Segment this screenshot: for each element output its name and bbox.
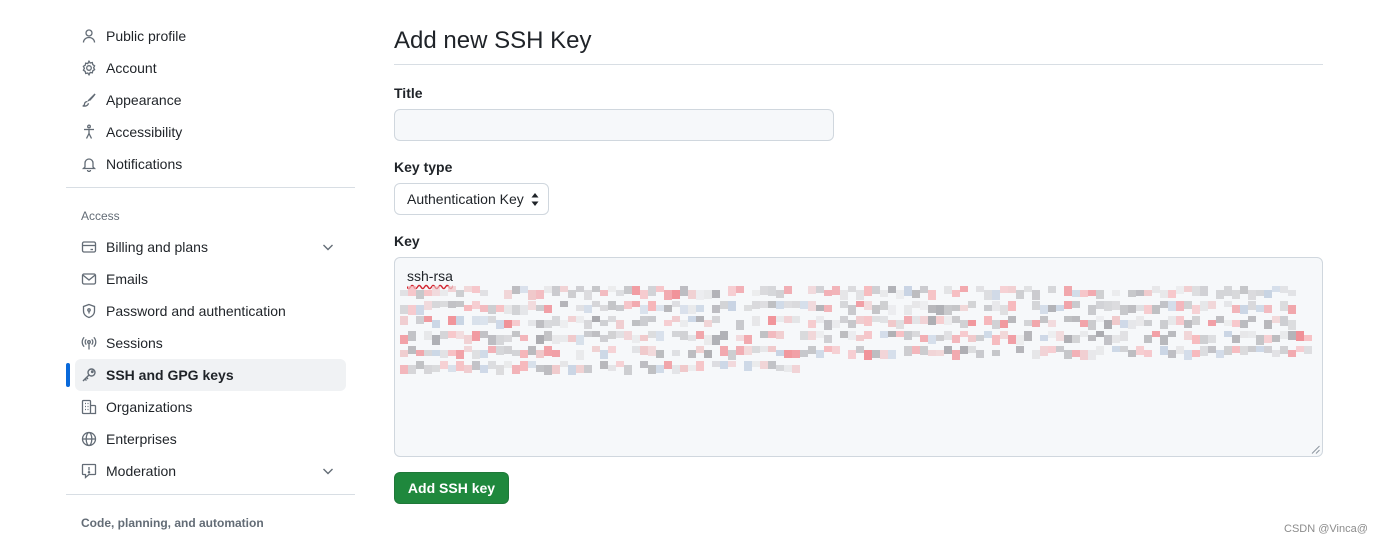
- organization-icon: [81, 399, 97, 415]
- broadcast-icon: [81, 335, 97, 351]
- mail-icon: [81, 271, 97, 287]
- sidebar-item-label: Moderation: [106, 463, 177, 479]
- sidebar-item-label: Emails: [106, 271, 149, 287]
- sidebar-item-label: Appearance: [106, 92, 182, 108]
- page-title: Add new SSH Key: [394, 27, 592, 54]
- watermark: CSDN @Vinca@: [1284, 523, 1368, 535]
- settings-sidebar: Public profile Account Appearance Access…: [66, 20, 355, 538]
- paintbrush-icon: [81, 92, 97, 108]
- ssh-key-settings-page: Public profile Account Appearance Access…: [0, 0, 1381, 543]
- title-divider: [394, 64, 1323, 65]
- accessibility-icon: [81, 124, 97, 140]
- sidebar-divider: [66, 494, 355, 495]
- sidebar-item-ssh-gpg-keys[interactable]: SSH and GPG keys: [66, 359, 346, 391]
- gear-icon: [81, 60, 97, 76]
- credit-card-icon: [81, 239, 97, 255]
- title-input[interactable]: [394, 109, 834, 141]
- sidebar-item-public-profile[interactable]: Public profile: [75, 20, 346, 52]
- sidebar-item-label: Sessions: [106, 335, 163, 351]
- sidebar-item-label: Account: [106, 60, 157, 76]
- sidebar-item-enterprises[interactable]: Enterprises: [75, 423, 346, 455]
- key-icon: [81, 367, 97, 383]
- select-arrows-icon: [531, 193, 539, 206]
- add-ssh-key-form: Add new SSH Key Title Key type Authentic…: [394, 0, 1323, 504]
- sidebar-item-label: Password and authentication: [106, 303, 286, 319]
- sidebar-item-label: Billing and plans: [106, 239, 208, 255]
- sidebar-item-label: Accessibility: [106, 124, 183, 140]
- sidebar-item-label: Notifications: [106, 156, 183, 172]
- key-type-label: Key type: [394, 159, 453, 175]
- add-ssh-key-button[interactable]: Add SSH key: [394, 472, 509, 504]
- sidebar-item-label: SSH and GPG keys: [106, 367, 234, 383]
- sidebar-item-emails[interactable]: Emails: [75, 263, 346, 295]
- shield-lock-icon: [81, 303, 97, 319]
- sidebar-item-label: Organizations: [106, 399, 193, 415]
- sidebar-section-heading: Code, planning, and automation: [81, 515, 264, 530]
- sidebar-item-label: Public profile: [106, 28, 187, 44]
- sidebar-item-account[interactable]: Account: [75, 52, 346, 84]
- sidebar-item-moderation[interactable]: Moderation: [75, 455, 346, 487]
- key-type-select[interactable]: Authentication Key: [394, 183, 549, 215]
- resize-handle-icon[interactable]: [1311, 445, 1320, 454]
- title-label: Title: [394, 85, 423, 101]
- sidebar-item-appearance[interactable]: Appearance: [75, 84, 346, 116]
- chevron-down-icon[interactable]: [320, 463, 336, 479]
- key-textarea[interactable]: ssh-rsa: [394, 257, 1323, 457]
- sidebar-item-notifications[interactable]: Notifications: [75, 148, 346, 180]
- key-type-selected-value: Authentication Key: [407, 191, 524, 207]
- chevron-down-icon[interactable]: [320, 239, 336, 255]
- key-prefix-text: ssh-rsa: [407, 268, 453, 284]
- key-label: Key: [394, 233, 420, 249]
- sidebar-item-password[interactable]: Password and authentication: [75, 295, 346, 327]
- sidebar-item-billing[interactable]: Billing and plans: [75, 231, 346, 263]
- sidebar-item-accessibility[interactable]: Accessibility: [75, 116, 346, 148]
- globe-icon: [81, 431, 97, 447]
- bell-icon: [81, 156, 97, 172]
- sidebar-item-sessions[interactable]: Sessions: [75, 327, 346, 359]
- report-icon: [81, 463, 97, 479]
- sidebar-section-heading: Access: [81, 208, 120, 223]
- sidebar-item-organizations[interactable]: Organizations: [75, 391, 346, 423]
- redacted-key-content: [400, 286, 1312, 375]
- sidebar-item-label: Enterprises: [106, 431, 177, 447]
- person-icon: [81, 28, 97, 44]
- sidebar-divider: [66, 187, 355, 188]
